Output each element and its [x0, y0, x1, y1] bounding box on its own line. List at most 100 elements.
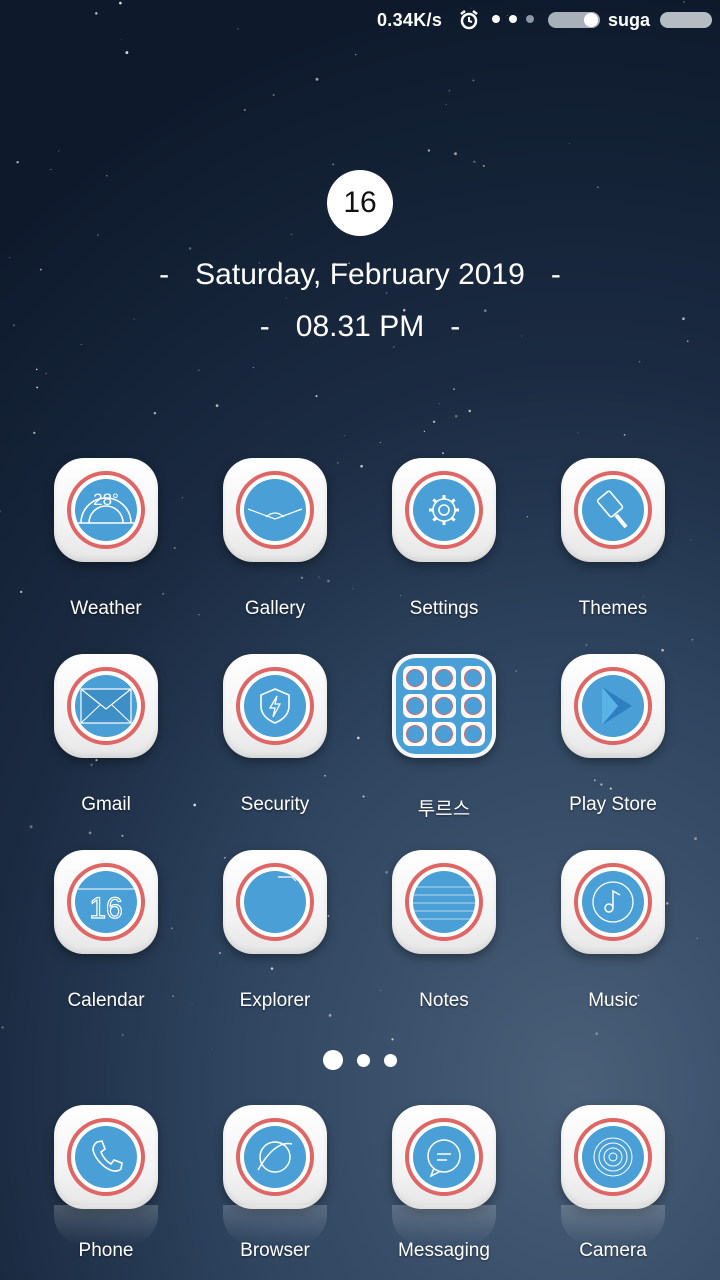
app-themes[interactable]: Themes — [528, 458, 698, 620]
star — [379, 442, 381, 444]
star — [125, 51, 129, 55]
dock-browser[interactable]: Browser — [190, 1105, 360, 1262]
star — [45, 372, 47, 375]
app-label: Music — [588, 990, 638, 1011]
app-calendar[interactable]: 16 Calendar — [21, 850, 191, 1012]
page-indicator[interactable] — [0, 1050, 720, 1070]
app-label: Themes — [578, 598, 648, 619]
star — [315, 77, 319, 81]
signal-bar-icon — [548, 12, 600, 28]
star — [661, 648, 664, 652]
app-gallery[interactable]: Gallery — [190, 458, 360, 620]
star — [432, 420, 436, 424]
star — [691, 638, 694, 641]
star — [188, 247, 192, 250]
date-dash-right: - — [550, 258, 561, 291]
music-note-icon — [592, 881, 634, 923]
star — [33, 431, 36, 435]
star — [328, 1014, 332, 1017]
icon-reflection — [561, 1205, 665, 1245]
svg-text:16: 16 — [89, 892, 122, 925]
star — [354, 53, 357, 56]
star — [454, 152, 457, 156]
network-speed: 0.34K/s — [377, 10, 443, 30]
star — [272, 94, 275, 96]
gallery-icon — [247, 508, 303, 520]
date-value: Saturday, February 2019 — [195, 258, 525, 291]
star — [153, 412, 157, 415]
page-dot[interactable] — [357, 1053, 370, 1067]
time-value: 08.31 PM — [295, 310, 425, 343]
dock-phone[interactable]: Phone — [21, 1105, 191, 1262]
page-dot-active[interactable] — [323, 1050, 343, 1070]
mail-envelope-icon — [80, 688, 132, 724]
app-security[interactable]: Security — [190, 654, 360, 816]
star — [468, 409, 471, 413]
time-dash-left: - — [259, 310, 270, 343]
app-label: Notes — [419, 990, 469, 1011]
star — [1, 1026, 4, 1029]
star — [694, 837, 697, 841]
folder-icon — [392, 654, 496, 758]
star — [252, 367, 254, 369]
app-play-store[interactable]: Play Store — [528, 654, 698, 816]
weather-icon: 28° — [75, 490, 137, 524]
dock-camera[interactable]: Camera — [528, 1105, 698, 1262]
star — [473, 160, 476, 163]
paint-brush-icon — [596, 490, 628, 529]
app-label: Gallery — [244, 598, 306, 619]
star — [623, 434, 626, 436]
star — [121, 1034, 124, 1036]
gear-icon — [429, 495, 459, 525]
star — [29, 825, 33, 829]
star — [211, 1048, 213, 1049]
app-label: Weather — [70, 598, 142, 619]
star — [427, 149, 431, 152]
star — [448, 89, 451, 92]
star — [454, 414, 458, 418]
star — [393, 346, 395, 348]
app-folder[interactable]: 투르스 — [359, 654, 529, 821]
star — [36, 386, 39, 389]
star — [385, 292, 388, 294]
app-settings[interactable]: Settings — [359, 458, 529, 620]
globe-orbit-icon — [257, 1141, 293, 1173]
phone-handset-icon — [92, 1140, 123, 1172]
app-gmail[interactable]: Gmail — [21, 654, 191, 816]
app-music[interactable]: Music — [528, 850, 698, 1012]
star — [585, 644, 588, 646]
star — [121, 834, 124, 837]
app-label: Play Store — [569, 794, 657, 815]
signal-strength-icon — [492, 15, 534, 23]
star — [0, 510, 1, 513]
star — [215, 404, 219, 407]
star — [290, 233, 293, 236]
star — [453, 388, 455, 390]
app-explorer[interactable]: Explorer — [190, 850, 360, 1012]
star — [243, 108, 246, 112]
star — [16, 161, 19, 164]
folder-file-icon — [278, 876, 297, 882]
star — [106, 175, 108, 177]
carrier-name: suga — [608, 10, 651, 30]
notepad-icon — [413, 886, 475, 920]
star — [577, 432, 579, 434]
play-triangle-icon — [602, 687, 632, 725]
app-weather[interactable]: 28° Weather — [21, 458, 191, 620]
page-dot[interactable] — [384, 1053, 397, 1067]
star — [442, 452, 444, 455]
status-bar: 0.34K/s suga — [0, 0, 720, 40]
app-label: Security — [240, 794, 310, 815]
time-text[interactable]: -08.31 PM - — [0, 310, 720, 344]
star — [198, 369, 200, 372]
day-badge[interactable]: 16 — [327, 170, 393, 236]
app-label: Settings — [409, 598, 479, 619]
app-notes[interactable]: Notes — [359, 850, 529, 1012]
date-text[interactable]: - Saturday, February 2019- — [0, 258, 720, 292]
icon-reflection — [223, 1205, 327, 1245]
app-label: Calendar — [67, 990, 145, 1011]
star — [472, 79, 475, 82]
battery-icon — [660, 12, 712, 28]
dock-messaging[interactable]: Messaging — [359, 1105, 529, 1262]
star — [58, 150, 60, 152]
